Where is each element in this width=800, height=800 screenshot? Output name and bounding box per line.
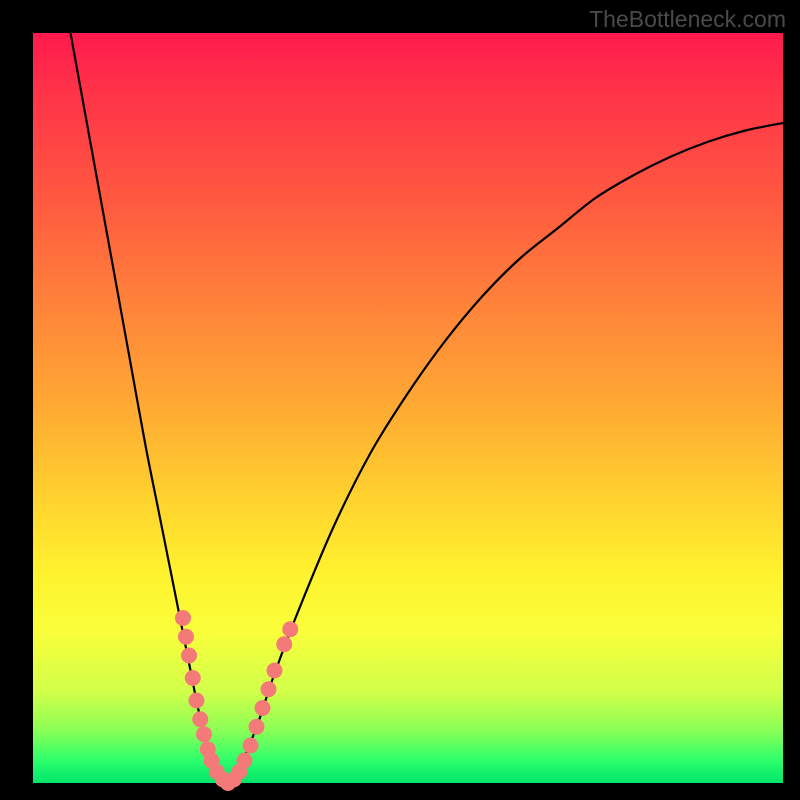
- watermark-text: TheBottleneck.com: [589, 6, 786, 33]
- scatter-dot: [249, 719, 265, 735]
- scatter-dot: [237, 753, 253, 769]
- scatter-dot: [175, 610, 191, 626]
- bottleneck-curve: [71, 33, 784, 783]
- plot-area: [33, 33, 783, 783]
- scatter-dot: [181, 648, 197, 664]
- scatter-dot: [185, 670, 201, 686]
- scatter-dot: [189, 693, 205, 709]
- scatter-points: [175, 610, 298, 791]
- chart-frame: TheBottleneck.com: [0, 0, 800, 800]
- curve-layer: [33, 33, 783, 783]
- scatter-dot: [192, 711, 208, 727]
- scatter-dot: [267, 663, 283, 679]
- scatter-dot: [255, 700, 271, 716]
- scatter-dot: [261, 681, 277, 697]
- scatter-dot: [178, 629, 194, 645]
- scatter-dot: [243, 738, 259, 754]
- scatter-dot: [196, 726, 212, 742]
- scatter-dot: [276, 636, 292, 652]
- scatter-dot: [282, 621, 298, 637]
